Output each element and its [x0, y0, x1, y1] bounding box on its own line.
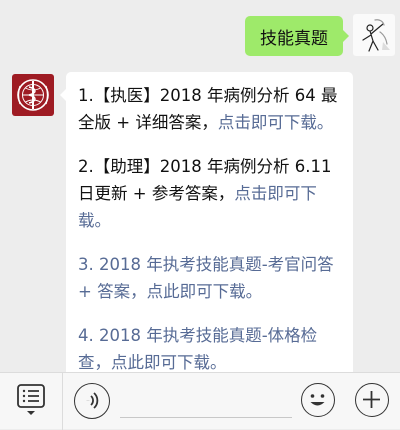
- official-account-avatar[interactable]: [12, 74, 54, 116]
- download-link-item[interactable]: 3. 2018 年执考技能真题-考官问答 + 答案，点此即可下载。: [78, 251, 341, 305]
- voice-input-button[interactable]: [74, 383, 110, 419]
- message-input[interactable]: [120, 417, 292, 418]
- incoming-message-bubble: 1.【执医】2018 年病例分析 64 最全版 + 详细答案，点击即可下载。 2…: [60, 72, 353, 372]
- chat-area: 技能真题 1.【执医】2018 年病例分析 64 最全版 + 详细答案，点击即可…: [0, 0, 400, 372]
- menu-icon: [17, 384, 45, 415]
- outgoing-message-text: 技能真题: [260, 28, 328, 49]
- plus-icon: [363, 391, 380, 408]
- emoji-icon: [310, 394, 325, 406]
- stick-figure-icon: [362, 19, 390, 52]
- voice-icon: [86, 392, 99, 409]
- emoji-button[interactable]: [301, 383, 335, 417]
- list-item: 2.【助理】2018 年病例分析 6.11 日更新 + 参考答案，点击即可下载。: [78, 153, 341, 234]
- menu-toggle-button[interactable]: [14, 383, 50, 417]
- download-link-item[interactable]: 4. 2018 年执考技能真题-体格检查，点此即可下载。: [78, 322, 341, 372]
- chat-toolbar: [0, 372, 400, 430]
- medical-emblem-icon: [17, 79, 49, 111]
- list-item: 1.【执医】2018 年病例分析 64 最全版 + 详细答案，点击即可下载。: [78, 82, 341, 136]
- more-actions-button[interactable]: [355, 383, 389, 417]
- user-avatar[interactable]: [353, 14, 395, 56]
- outgoing-message-bubble[interactable]: 技能真题: [245, 16, 349, 56]
- divider: [62, 373, 63, 430]
- download-link[interactable]: 点击即可下载。: [218, 113, 334, 132]
